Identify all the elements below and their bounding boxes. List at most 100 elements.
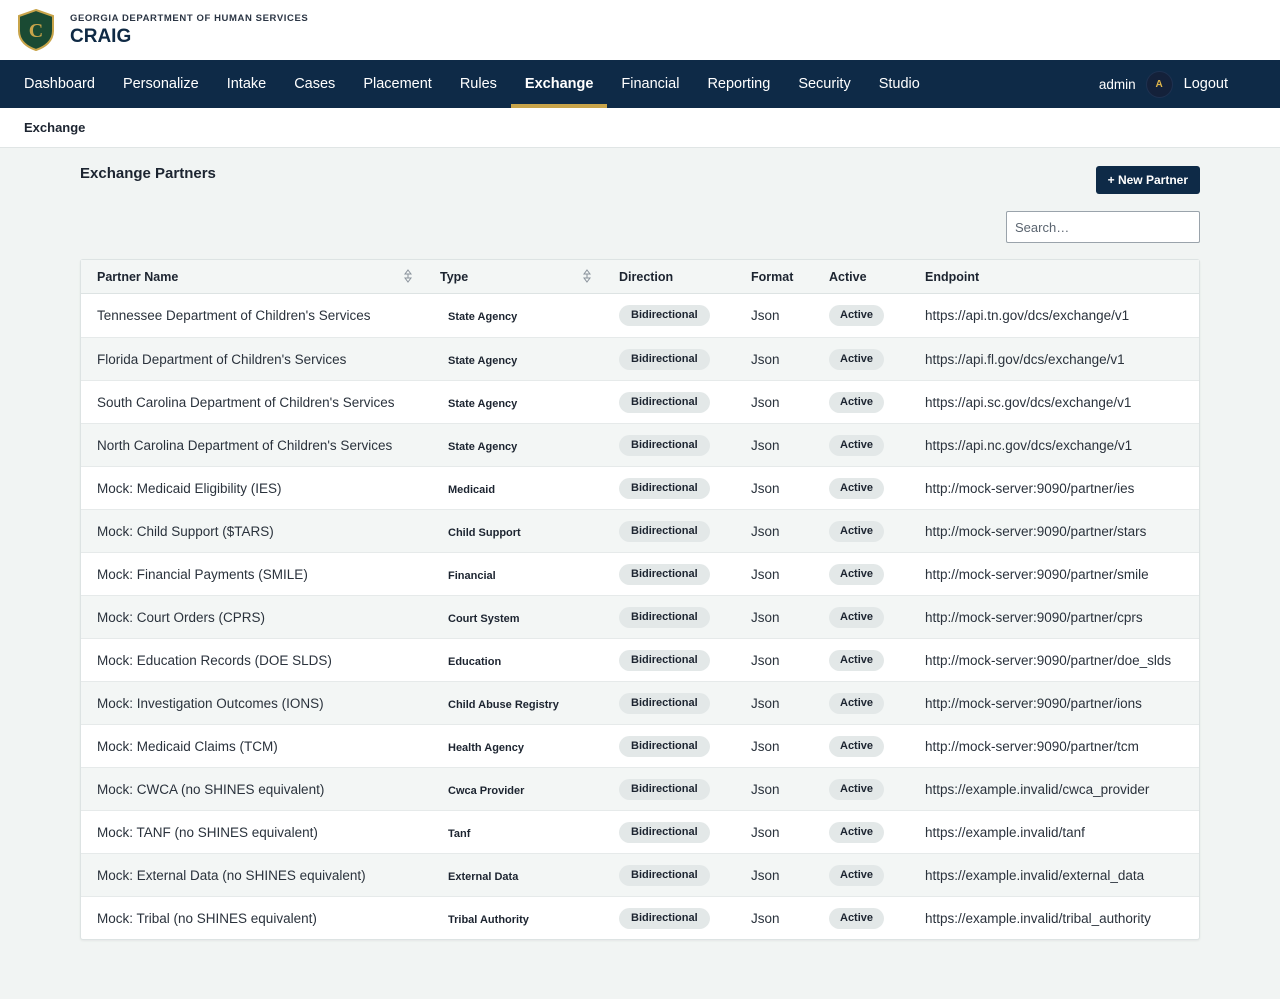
avatar[interactable]: A: [1145, 70, 1173, 98]
status-badge: Active: [829, 391, 885, 413]
direction-cell: Bidirectional: [603, 520, 735, 542]
active-cell: Active: [813, 778, 909, 800]
partner-type: State Agency: [448, 440, 518, 453]
active-cell: Active: [813, 692, 909, 714]
partner-name: Mock: Investigation Outcomes (IONS): [97, 695, 324, 711]
partner-type-cell: Tribal Authority: [424, 911, 603, 926]
user-menu: admin A Logout: [1099, 60, 1228, 108]
partner-name: Mock: External Data (no SHINES equivalen…: [97, 867, 366, 883]
partner-name: Mock: Education Records (DOE SLDS): [97, 652, 332, 668]
nav-item-security[interactable]: Security: [784, 60, 864, 108]
column-header-direction: Direction: [619, 269, 674, 284]
status-badge: Active: [829, 477, 885, 499]
partner-type: External Data: [448, 870, 519, 883]
direction-cell: Bidirectional: [603, 434, 735, 456]
direction-badge: Bidirectional: [619, 348, 710, 370]
sort-icon[interactable]: [404, 269, 412, 283]
status-badge: Active: [829, 735, 885, 757]
table-row[interactable]: Mock: Investigation Outcomes (IONS) Child…: [81, 681, 1199, 724]
format: Json: [751, 480, 780, 496]
active-cell: Active: [813, 563, 909, 585]
table-row[interactable]: Mock: TANF (no SHINES equivalent) Tanf Bid…: [81, 810, 1199, 853]
nav-item-financial[interactable]: Financial: [607, 60, 693, 108]
partner-name: Mock: Tribal (no SHINES equivalent): [97, 910, 317, 926]
breadcrumb-bar: Exchange: [0, 108, 1280, 148]
breadcrumb: Exchange: [24, 120, 86, 135]
format: Json: [751, 695, 780, 711]
column-header-partner-name[interactable]: Partner Name: [81, 260, 424, 293]
table-row[interactable]: North Carolina Department of Children's …: [81, 423, 1199, 466]
direction-badge: Bidirectional: [619, 606, 710, 628]
column-header-type[interactable]: Type: [424, 260, 603, 293]
table-row[interactable]: Mock: Child Support ($TARS) Child Support…: [81, 509, 1199, 552]
new-partner-button[interactable]: + New Partner: [1095, 166, 1200, 194]
logout-link[interactable]: Logout: [1184, 76, 1228, 92]
direction-cell: Bidirectional: [603, 821, 735, 843]
table-header: Partner Name Type Direction Format Activ…: [81, 260, 1199, 294]
endpoint: https://example.invalid/cwca_provider: [925, 781, 1150, 797]
format: Json: [751, 609, 780, 625]
table-row[interactable]: Mock: Tribal (no SHINES equivalent) Triba…: [81, 896, 1199, 939]
endpoint: http://mock-server:9090/partner/smile: [925, 566, 1149, 582]
format: Json: [751, 781, 780, 797]
shield-logo-icon[interactable]: C: [17, 9, 55, 51]
format: Json: [751, 566, 780, 582]
table-row[interactable]: Mock: Medicaid Claims (TCM) Health Agency…: [81, 724, 1199, 767]
nav-item-exchange[interactable]: Exchange: [510, 60, 608, 108]
table-row[interactable]: Mock: External Data (no SHINES equivalen…: [81, 853, 1199, 896]
direction-cell: Bidirectional: [603, 477, 735, 499]
direction-badge: Bidirectional: [619, 907, 710, 929]
table-row[interactable]: Mock: Education Records (DOE SLDS) Educat…: [81, 638, 1199, 681]
nav-item-personalize[interactable]: Personalize: [109, 60, 213, 108]
table-row[interactable]: Mock: Court Orders (CPRS) Court System Bid…: [81, 595, 1199, 638]
endpoint: http://mock-server:9090/partner/doe_slds: [925, 652, 1172, 668]
endpoint: http://mock-server:9090/partner/ies: [925, 480, 1135, 496]
partner-type: Child Abuse Registry: [448, 698, 559, 711]
status-badge: Active: [829, 864, 885, 886]
status-badge: Active: [829, 821, 885, 843]
brand-org: GEORGIA DEPARTMENT OF HUMAN SERVICES: [70, 12, 309, 24]
partner-type-cell: Education: [424, 653, 603, 668]
nav-item-reporting[interactable]: Reporting: [693, 60, 784, 108]
direction-badge: Bidirectional: [619, 649, 710, 671]
partner-type-cell: Child Abuse Registry: [424, 696, 603, 711]
nav-item-placement[interactable]: Placement: [349, 60, 446, 108]
nav-item-dashboard[interactable]: Dashboard: [10, 60, 109, 108]
sort-icon[interactable]: [583, 269, 591, 283]
partner-name: South Carolina Department of Children's …: [97, 394, 395, 410]
nav-item-intake[interactable]: Intake: [213, 60, 281, 108]
endpoint: http://mock-server:9090/partner/tcm: [925, 738, 1139, 754]
status-badge: Active: [829, 907, 885, 929]
partner-type: Health Agency: [448, 741, 525, 754]
direction-cell: Bidirectional: [603, 649, 735, 671]
format: Json: [751, 867, 780, 883]
logo-letter: C: [29, 20, 43, 42]
nav-item-cases[interactable]: Cases: [280, 60, 349, 108]
endpoint: https://example.invalid/tanf: [925, 824, 1085, 840]
table-row[interactable]: Mock: Medicaid Eligibility (IES) Medicaid…: [81, 466, 1199, 509]
endpoint: http://mock-server:9090/partner/stars: [925, 523, 1147, 539]
table-row[interactable]: Tennessee Department of Children's Servi…: [81, 294, 1199, 337]
table-row[interactable]: Florida Department of Children's Service…: [81, 337, 1199, 380]
table-row[interactable]: Mock: Financial Payments (SMILE) Financia…: [81, 552, 1199, 595]
partner-type: State Agency: [448, 311, 518, 323]
nav-item-rules[interactable]: Rules: [446, 60, 511, 108]
partner-type: Education: [448, 655, 502, 668]
partner-type: Financial: [448, 569, 496, 582]
search-input[interactable]: [1006, 211, 1200, 243]
direction-cell: Bidirectional: [603, 563, 735, 585]
direction-badge: Bidirectional: [619, 520, 710, 542]
partner-type-cell: External Data: [424, 868, 603, 883]
format: Json: [751, 910, 780, 926]
active-cell: Active: [813, 864, 909, 886]
direction-cell: Bidirectional: [603, 864, 735, 886]
brand-text: GEORGIA DEPARTMENT OF HUMAN SERVICES CRA…: [70, 13, 308, 48]
column-label: Partner Name: [97, 269, 179, 284]
partner-type-cell: State Agency: [424, 352, 603, 367]
table-row[interactable]: South Carolina Department of Children's …: [81, 380, 1199, 423]
nav-item-studio[interactable]: Studio: [865, 60, 934, 108]
partner-name: Mock: CWCA (no SHINES equivalent): [97, 781, 325, 797]
endpoint: https://api.sc.gov/dcs/exchange/v1: [925, 394, 1132, 410]
direction-cell: Bidirectional: [603, 907, 735, 929]
table-row[interactable]: Mock: CWCA (no SHINES equivalent) Cwca Pr…: [81, 767, 1199, 810]
